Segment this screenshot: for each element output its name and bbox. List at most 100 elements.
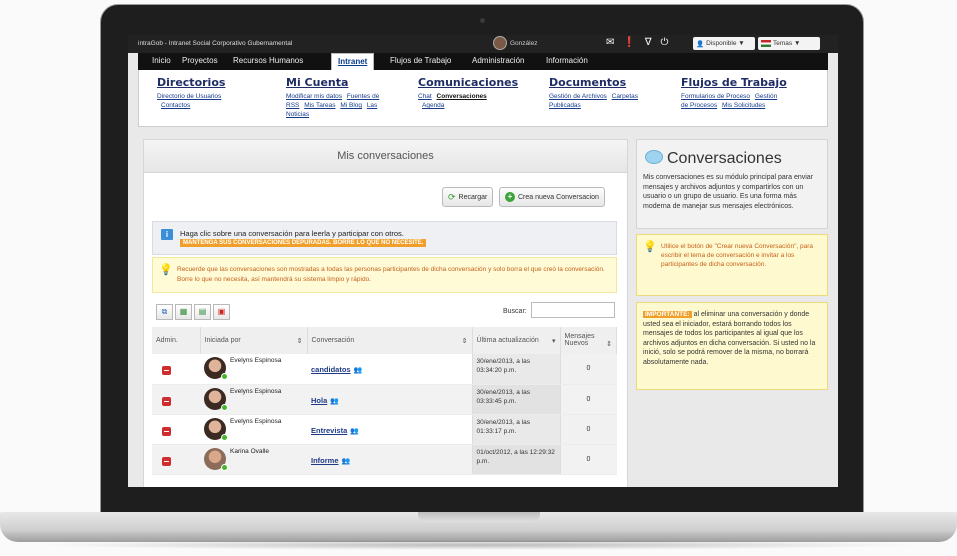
sort-icon: ⇕ xyxy=(461,337,468,345)
menu-heading[interactable]: Directorios xyxy=(157,76,225,89)
search-label: Buscar: xyxy=(503,308,527,315)
pdf-icon[interactable]: ▣ xyxy=(213,304,230,320)
last-update-cell: 01/oct/2012, a las 12:29:32 p.m. xyxy=(471,444,560,475)
camera-dot xyxy=(480,18,485,23)
avatar xyxy=(204,387,228,411)
chat-bubble-icon xyxy=(645,150,663,164)
top-icons: ✉ ❗ ∇ ⏻ xyxy=(606,37,668,48)
menu-link[interactable]: Publicadas xyxy=(549,102,581,109)
menu-link[interactable]: Mis Solicitudes xyxy=(722,102,765,109)
conversations-table: Admin. Iniciada por ⇕ Conversación ⇕ Últ… xyxy=(152,327,617,475)
last-update-cell: 30/ene/2013, a las 03:34:20 p.m. xyxy=(471,354,560,385)
laptop-notch xyxy=(418,512,540,522)
menu-link[interactable]: Las xyxy=(367,102,377,109)
menu-link[interactable]: Mis Tareas xyxy=(304,102,335,109)
table-row[interactable]: Evelyns Espinosa candidatos 👥 30/ene/2013… xyxy=(152,354,617,385)
filter-icon[interactable]: ∇ xyxy=(645,37,652,48)
table-row[interactable]: Evelyns Espinosa Entrevista 👥 30/ene/2013… xyxy=(152,414,617,445)
sort-icon: ⇕ xyxy=(296,337,303,345)
col-last-update[interactable]: Última actualización ▾ xyxy=(472,327,561,354)
tab-inicio[interactable]: Inicio xyxy=(152,56,171,65)
user-name[interactable]: González xyxy=(510,40,537,47)
person-name: Evelyns Espinosa xyxy=(230,417,282,425)
new-messages-cell: 0 xyxy=(559,384,617,415)
table-row[interactable]: Karina Ovalle Informe 👥 01/oct/2012, a la… xyxy=(152,444,617,475)
sidebar-important: IMPORTANTE: al eliminar una conversación… xyxy=(636,302,828,390)
menu-link[interactable]: Agenda xyxy=(422,102,444,109)
menu-link[interactable]: Noticias xyxy=(286,111,309,118)
tab-recursos-humanos[interactable]: Recursos Humanos xyxy=(233,56,303,65)
reload-icon: ⟳ xyxy=(448,191,456,202)
conversation-link[interactable]: Hola xyxy=(311,396,327,405)
menu-link[interactable]: Gestión de Archivos xyxy=(549,93,607,100)
person-name: Evelyns Espinosa xyxy=(230,387,282,395)
menu-heading[interactable]: Flujos de Trabajo xyxy=(681,76,787,89)
menu-link[interactable]: Gestión xyxy=(755,93,777,100)
menu-link[interactable]: Directorio de Usuarios xyxy=(157,93,221,100)
theme-button[interactable]: Temas ▼ xyxy=(758,37,820,50)
menu-link[interactable]: Mi Blog xyxy=(340,102,362,109)
app-title: intraGob - Intranet Social Corporativo G… xyxy=(138,40,293,47)
power-icon[interactable]: ⏻ xyxy=(661,37,669,48)
new-messages-cell: 0 xyxy=(559,354,617,385)
group-icon: 👥 xyxy=(341,457,351,465)
menu-link[interactable]: Chat xyxy=(418,93,432,100)
menu-documentos: Documentos Gestión de Archivos Carpetas … xyxy=(549,76,641,110)
menu-link[interactable]: de Procesos xyxy=(681,102,717,109)
menu-link[interactable]: Formularios de Proceso xyxy=(681,93,750,100)
important-tag: IMPORTANTE: xyxy=(643,311,692,318)
conversation-link[interactable]: candidatos xyxy=(311,365,351,374)
menu-link[interactable]: Modificar mis datos xyxy=(286,93,342,100)
avatar[interactable] xyxy=(493,36,507,50)
info-text: Haga clic sobre una conversación para le… xyxy=(180,229,404,238)
tab-proyectos[interactable]: Proyectos xyxy=(182,56,218,65)
new-conversation-button[interactable]: + Crea nueva Conversacion xyxy=(499,187,605,207)
tab-flujos-de-trabajo[interactable]: Flujos de Trabajo xyxy=(390,56,451,65)
menu-link[interactable]: Contactos xyxy=(161,102,190,109)
menu-heading[interactable]: Comunicaciones xyxy=(418,76,518,89)
alert-icon[interactable]: ❗ xyxy=(623,37,635,48)
reload-button[interactable]: ⟳ Recargar xyxy=(442,187,494,207)
conversation-link[interactable]: Informe xyxy=(311,456,339,465)
menu-link[interactable]: RSS xyxy=(286,102,299,109)
menu-heading[interactable]: Mi Cuenta xyxy=(286,76,404,89)
menu-link-active[interactable]: Conversaciones xyxy=(437,93,487,100)
tab-administracion[interactable]: Administración xyxy=(472,56,524,65)
important-text: al eliminar una conversación y donde ust… xyxy=(643,311,816,366)
lightbulb-icon: 💡 xyxy=(643,241,657,253)
col-new-messages[interactable]: Mensajes Nuevos ⇕ xyxy=(560,327,617,354)
menu-link[interactable]: Carpetas xyxy=(612,93,638,100)
user-area[interactable]: González xyxy=(493,36,537,50)
tab-intranet[interactable]: Intranet xyxy=(331,53,375,70)
status-button[interactable]: 👤 Disponible ▼ xyxy=(693,37,755,50)
menu-directorios: Directorios Directorio de Usuarios Conta… xyxy=(157,76,225,110)
mail-icon[interactable]: ✉ xyxy=(606,37,614,48)
avatar xyxy=(204,417,228,441)
csv-icon[interactable]: ▦ xyxy=(175,304,192,320)
copy-icon[interactable]: ⧉ xyxy=(156,304,173,320)
delete-icon[interactable] xyxy=(162,366,171,375)
search-input[interactable] xyxy=(531,302,615,318)
theme-label: Temas ▼ xyxy=(773,40,801,47)
conversation-link[interactable]: Entrevista xyxy=(311,426,347,435)
last-update-cell: 30/ene/2013, a las 03:33:45 p.m. xyxy=(471,384,560,415)
menu-heading[interactable]: Documentos xyxy=(549,76,641,89)
new-conversation-label: Crea nueva Conversacion xyxy=(518,193,599,201)
online-status-icon xyxy=(221,403,228,411)
screen: intraGob - Intranet Social Corporativo G… xyxy=(128,35,838,487)
delete-icon[interactable] xyxy=(162,456,171,466)
excel-icon[interactable]: ▤ xyxy=(194,304,211,320)
col-started-by[interactable]: Iniciada por ⇕ xyxy=(200,327,308,354)
reload-label: Recargar xyxy=(458,193,488,201)
status-label: Disponible ▼ xyxy=(706,40,745,47)
group-icon: 👥 xyxy=(330,397,339,405)
add-icon: + xyxy=(505,192,515,202)
col-admin[interactable]: Admin. xyxy=(152,327,201,354)
table-row[interactable]: Evelyns Espinosa Hola 👥 30/ene/2013, a la… xyxy=(152,384,617,415)
sidebar-about: Conversaciones Mis conversaciones es su … xyxy=(636,139,828,229)
delete-icon[interactable] xyxy=(162,396,171,406)
tab-informacion[interactable]: Información xyxy=(546,56,588,65)
delete-icon[interactable] xyxy=(162,426,171,436)
menu-link[interactable]: Fuentes de xyxy=(347,93,380,100)
col-conversation[interactable]: Conversación ⇕ xyxy=(307,327,473,354)
